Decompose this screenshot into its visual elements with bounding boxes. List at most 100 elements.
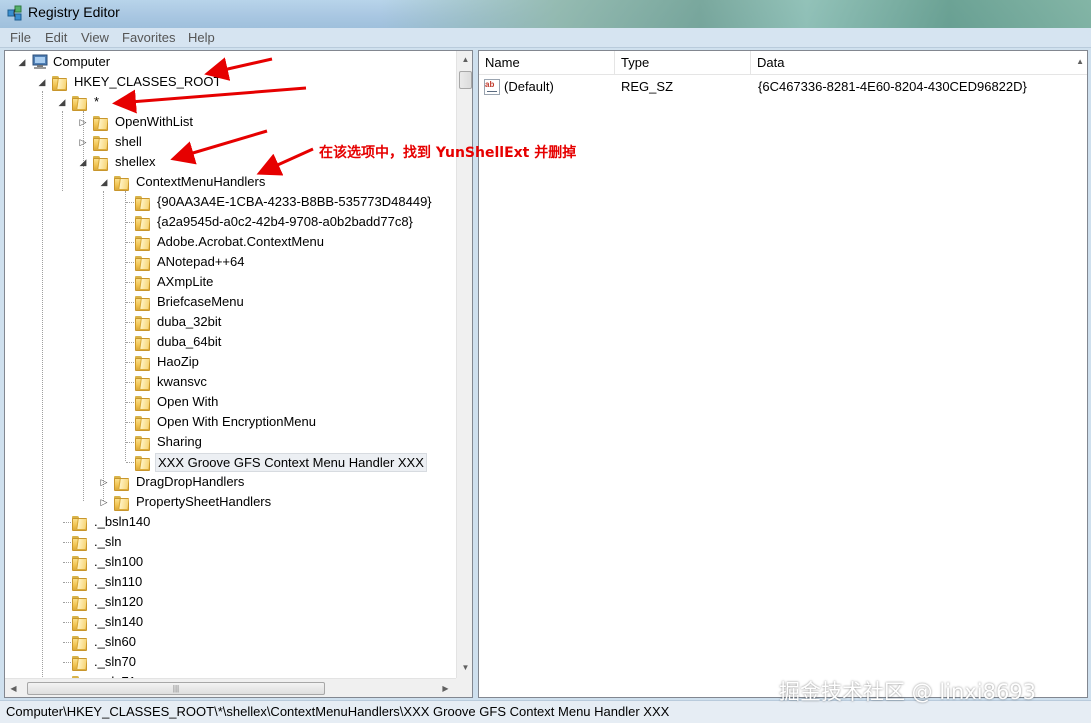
tree-node-handler[interactable]: Open With EncryptionMenu <box>5 412 445 432</box>
tree-node-hkey-classes-root[interactable]: ◢ HKEY_CLASSES_ROOT <box>5 72 445 92</box>
column-header-name[interactable]: Name <box>479 51 615 75</box>
collapse-icon[interactable]: ◢ <box>17 57 27 67</box>
tree-node-sibling[interactable]: ._sln110 <box>5 572 445 592</box>
collapse-icon[interactable]: ◢ <box>57 97 67 107</box>
folder-icon <box>72 95 88 111</box>
window-title: Registry Editor <box>28 4 120 20</box>
tree-label: shell <box>115 134 142 149</box>
menu-favorites[interactable]: Favorites <box>122 30 175 45</box>
annotation-text: 在该选项中，找到 YunShellExt 并删掉 <box>319 145 577 161</box>
folder-icon <box>135 455 151 471</box>
collapse-icon[interactable]: ◢ <box>99 177 109 187</box>
expand-icon[interactable]: ▷ <box>78 137 88 147</box>
tree-label: duba_32bit <box>157 314 222 329</box>
scroll-up-icon[interactable]: ▲ <box>1076 57 1084 66</box>
tree-label: shellex <box>115 154 156 169</box>
folder-icon <box>114 175 130 191</box>
computer-icon <box>32 54 48 69</box>
tree-node-computer[interactable]: ◢ Computer <box>5 52 445 72</box>
tree-label: ._sln100 <box>94 554 144 569</box>
tree-node-handler[interactable]: ANotepad++64 <box>5 252 445 272</box>
tree-node-openwithlist[interactable]: ▷ OpenWithList <box>5 112 445 132</box>
folder-icon <box>135 375 151 391</box>
tree-node-propertysheethandlers[interactable]: ▷ PropertySheetHandlers <box>5 492 445 512</box>
collapse-icon[interactable]: ◢ <box>37 77 47 87</box>
expand-icon[interactable]: ▷ <box>78 117 88 127</box>
tree-label: HKEY_CLASSES_ROOT <box>74 74 222 89</box>
scroll-left-icon[interactable]: ◀ <box>5 679 22 697</box>
tree-label: HaoZip <box>157 354 199 369</box>
scroll-down-icon[interactable]: ▼ <box>457 659 472 676</box>
tree-label: ._bsln140 <box>94 514 151 529</box>
tree-node-handler[interactable]: duba_32bit <box>5 312 445 332</box>
registry-editor-icon <box>7 5 22 21</box>
folder-icon <box>72 655 88 671</box>
tree-label: Open With <box>157 394 219 409</box>
tree-node-sibling[interactable]: ._bsln140 <box>5 512 445 532</box>
tree-node-handler[interactable]: {90AA3A4E-1CBA-4233-B8BB-535773D48449} <box>5 192 445 212</box>
folder-icon <box>93 155 109 171</box>
tree-node-handler[interactable]: BriefcaseMenu <box>5 292 445 312</box>
tree-node-handler[interactable]: Open With <box>5 392 445 412</box>
tree-label: Computer <box>53 54 111 69</box>
tree-label: ._sln140 <box>94 614 144 629</box>
menu-edit[interactable]: Edit <box>45 30 67 45</box>
tree-node-sibling[interactable]: ._sln60 <box>5 632 445 652</box>
tree-label: ._sln120 <box>94 594 144 609</box>
scroll-up-icon[interactable]: ▲ <box>457 51 472 68</box>
tree-label: {a2a9545d-a0c2-42b4-9708-a0b2badd77c8} <box>157 214 413 229</box>
menu-view[interactable]: View <box>81 30 109 45</box>
tree-node-handler[interactable]: HaoZip <box>5 352 445 372</box>
tree-label: XXX Groove GFS Context Menu Handler XXX <box>155 453 427 472</box>
tree-node-star[interactable]: ◢ * <box>5 92 445 112</box>
folder-icon <box>135 275 151 291</box>
tree-node-sibling[interactable]: ._sln120 <box>5 592 445 612</box>
value-type: REG_SZ <box>621 79 674 94</box>
folder-icon <box>72 635 88 651</box>
tree-node-dragdrophandlers[interactable]: ▷ DragDropHandlers <box>5 472 445 492</box>
folder-icon <box>93 115 109 131</box>
scrollbar-thumb[interactable]: ||| <box>27 682 325 695</box>
collapse-icon[interactable]: ◢ <box>78 157 88 167</box>
tree-node-sibling[interactable]: ._sln140 <box>5 612 445 632</box>
tree-label: PropertySheetHandlers <box>136 494 272 509</box>
menu-help[interactable]: Help <box>188 30 215 45</box>
tree-node-sibling[interactable]: ._sln70 <box>5 652 445 672</box>
scroll-right-icon[interactable]: ▶ <box>437 679 454 697</box>
menu-bar: File Edit View Favorites Help <box>0 28 1091 48</box>
reg-sz-icon: ab <box>484 79 500 95</box>
tree-node-sibling[interactable]: ._sln <box>5 532 445 552</box>
tree-label: DragDropHandlers <box>136 474 245 489</box>
value-name: (Default) <box>504 79 554 94</box>
scrollbar-thumb[interactable] <box>459 71 472 89</box>
column-header-type[interactable]: Type <box>615 51 751 75</box>
tree-node-handler[interactable]: {a2a9545d-a0c2-42b4-9708-a0b2badd77c8} <box>5 212 445 232</box>
title-bar-background <box>380 0 1091 28</box>
folder-icon <box>93 135 109 151</box>
tree-node-handler[interactable]: AXmpLite <box>5 272 445 292</box>
status-path: Computer\HKEY_CLASSES_ROOT\*\shellex\Con… <box>6 704 670 719</box>
tree-node-handler-selected[interactable]: XXX Groove GFS Context Menu Handler XXX <box>5 452 445 472</box>
title-bar: Registry Editor <box>0 0 1091 28</box>
tree-label: duba_64bit <box>157 334 222 349</box>
folder-icon <box>135 355 151 371</box>
folder-icon <box>72 515 88 531</box>
folder-icon <box>52 75 68 91</box>
expand-icon[interactable]: ▷ <box>99 497 109 507</box>
tree-label: ._sln60 <box>94 634 136 649</box>
menu-file[interactable]: File <box>10 30 31 45</box>
tree-node-handler[interactable]: Sharing <box>5 432 445 452</box>
tree-horizontal-scrollbar[interactable]: ◀ ||| ▶ <box>5 678 456 697</box>
tree-node-handler[interactable]: kwansvc <box>5 372 445 392</box>
expand-icon[interactable]: ▷ <box>99 477 109 487</box>
column-header-data[interactable]: Data <box>751 51 1087 75</box>
folder-icon <box>135 255 151 271</box>
folder-icon <box>135 295 151 311</box>
tree-node-handler[interactable]: Adobe.Acrobat.ContextMenu <box>5 232 445 252</box>
tree-label: Adobe.Acrobat.ContextMenu <box>157 234 324 249</box>
folder-icon <box>135 215 151 231</box>
tree-node-contextmenuhandlers[interactable]: ◢ ContextMenuHandlers <box>5 172 445 192</box>
tree-label: ._sln <box>94 534 122 549</box>
tree-node-sibling[interactable]: ._sln100 <box>5 552 445 572</box>
tree-node-handler[interactable]: duba_64bit <box>5 332 445 352</box>
